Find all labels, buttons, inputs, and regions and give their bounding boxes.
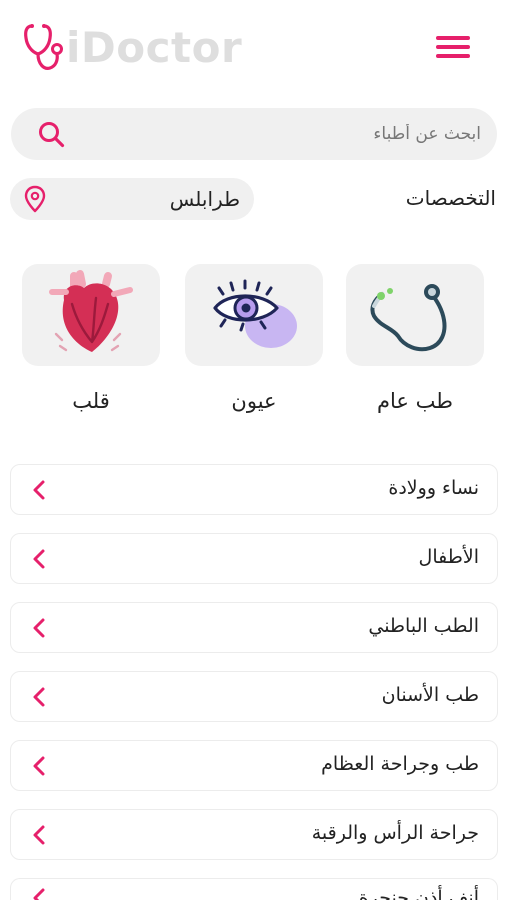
heart-icon	[49, 270, 133, 352]
search-icon[interactable]	[37, 120, 67, 150]
specialty-list-item[interactable]: جراحة الرأس والرقبة	[10, 809, 498, 860]
category-card-eyes[interactable]	[185, 264, 323, 366]
specialty-name: نساء وولادة	[388, 477, 479, 499]
chevron-left-icon	[33, 480, 45, 500]
category-label-general: طب عام	[377, 389, 453, 413]
chevron-left-icon	[33, 825, 45, 845]
specialty-list-item[interactable]: نساء وولادة	[10, 464, 498, 515]
category-card-heart[interactable]	[22, 264, 160, 366]
app-header: iDoctor	[0, 0, 506, 100]
specialty-list-item[interactable]: الأطفال	[10, 533, 498, 584]
location-selector[interactable]: طرابلس	[10, 178, 254, 220]
specialty-name: أنف أذن حنجرة	[358, 887, 479, 900]
search-input[interactable]	[83, 108, 483, 160]
chevron-left-icon	[33, 618, 45, 638]
specialty-list-item[interactable]: الطب الباطني	[10, 602, 498, 653]
logo-text: iDoctor	[66, 23, 243, 72]
specialties-title: التخصصات	[405, 186, 496, 210]
specialty-name: جراحة الرأس والرقبة	[311, 822, 479, 844]
app-logo[interactable]: iDoctor	[22, 20, 242, 76]
eye-icon	[213, 279, 297, 348]
specialty-list-item[interactable]: أنف أذن حنجرة	[10, 878, 498, 900]
chevron-left-icon	[33, 888, 45, 900]
hamburger-menu-icon[interactable]	[436, 36, 472, 64]
category-label-eyes: عيون	[231, 389, 277, 413]
specialty-name: طب الأسنان	[381, 684, 479, 706]
location-label: طرابلس	[169, 187, 240, 211]
category-label-heart: قلب	[72, 389, 110, 413]
search-bar	[11, 108, 497, 160]
specialty-list-item[interactable]: طب الأسنان	[10, 671, 498, 722]
location-pin-icon	[24, 185, 46, 213]
specialty-name: الطب الباطني	[368, 615, 479, 637]
stethoscope-logo-icon	[24, 24, 63, 70]
category-card-general[interactable]	[346, 264, 484, 366]
chevron-left-icon	[33, 756, 45, 776]
specialty-name: طب وجراحة العظام	[321, 753, 479, 775]
stethoscope-icon	[370, 284, 447, 352]
chevron-left-icon	[33, 549, 45, 569]
app-screen: iDoctor التخصصات طرابلس	[0, 0, 506, 900]
chevron-left-icon	[33, 687, 45, 707]
specialty-list-item[interactable]: طب وجراحة العظام	[10, 740, 498, 791]
specialty-name: الأطفال	[418, 546, 479, 568]
